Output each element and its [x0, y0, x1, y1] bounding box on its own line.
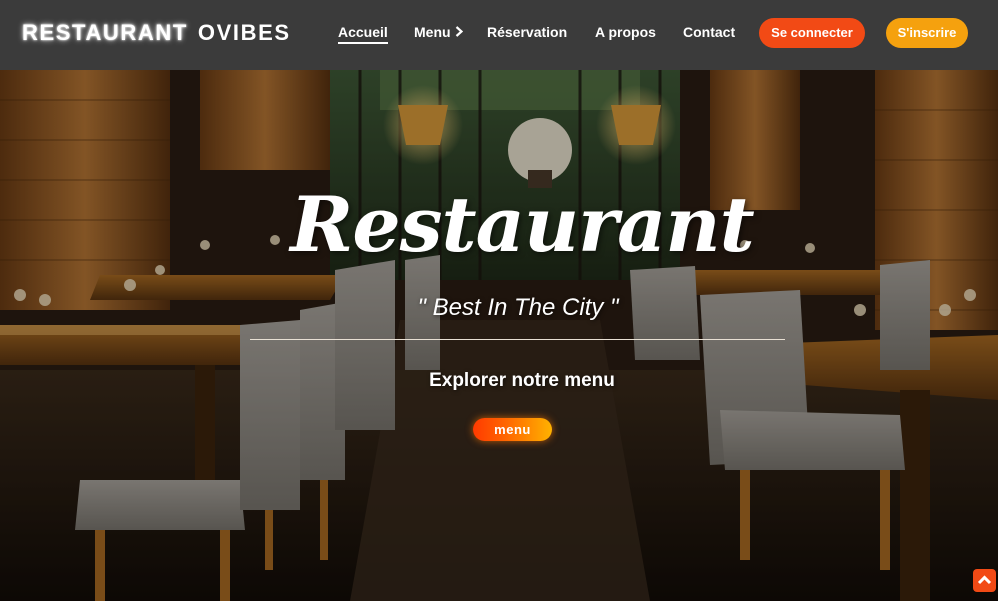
top-navbar: RESTAURANT OVIBES Accueil Menu Réservatio…: [0, 0, 998, 70]
explore-menu-heading: Explorer notre menu: [429, 370, 615, 391]
signup-button[interactable]: S'inscrire: [886, 18, 968, 48]
menu-button[interactable]: menu: [473, 418, 552, 441]
nav-reservation[interactable]: Réservation: [487, 24, 567, 40]
hero-title: Restaurant: [290, 180, 755, 269]
chevron-up-icon: [973, 575, 996, 596]
site-logo[interactable]: RESTAURANT OVIBES: [22, 20, 291, 46]
chevron-right-icon: [455, 25, 463, 40]
scroll-to-top-button[interactable]: [973, 569, 996, 592]
nav-contact[interactable]: Contact: [683, 24, 735, 40]
nav-apropos[interactable]: A propos: [595, 24, 656, 40]
hero-section: Restaurant " Best In The City " Explorer…: [0, 70, 998, 601]
brand-ovibes: OVIBES: [197, 20, 291, 45]
nav-accueil[interactable]: Accueil: [338, 24, 388, 44]
brand-restaurant: RESTAURANT: [22, 20, 188, 45]
restaurant-background-image: [0, 70, 998, 601]
nav-menu-label: Menu: [414, 24, 451, 40]
hero-divider: [250, 339, 785, 340]
hero-subtitle: " Best In The City ": [417, 294, 619, 321]
login-button[interactable]: Se connecter: [759, 18, 865, 48]
nav-menu[interactable]: Menu: [414, 24, 463, 40]
